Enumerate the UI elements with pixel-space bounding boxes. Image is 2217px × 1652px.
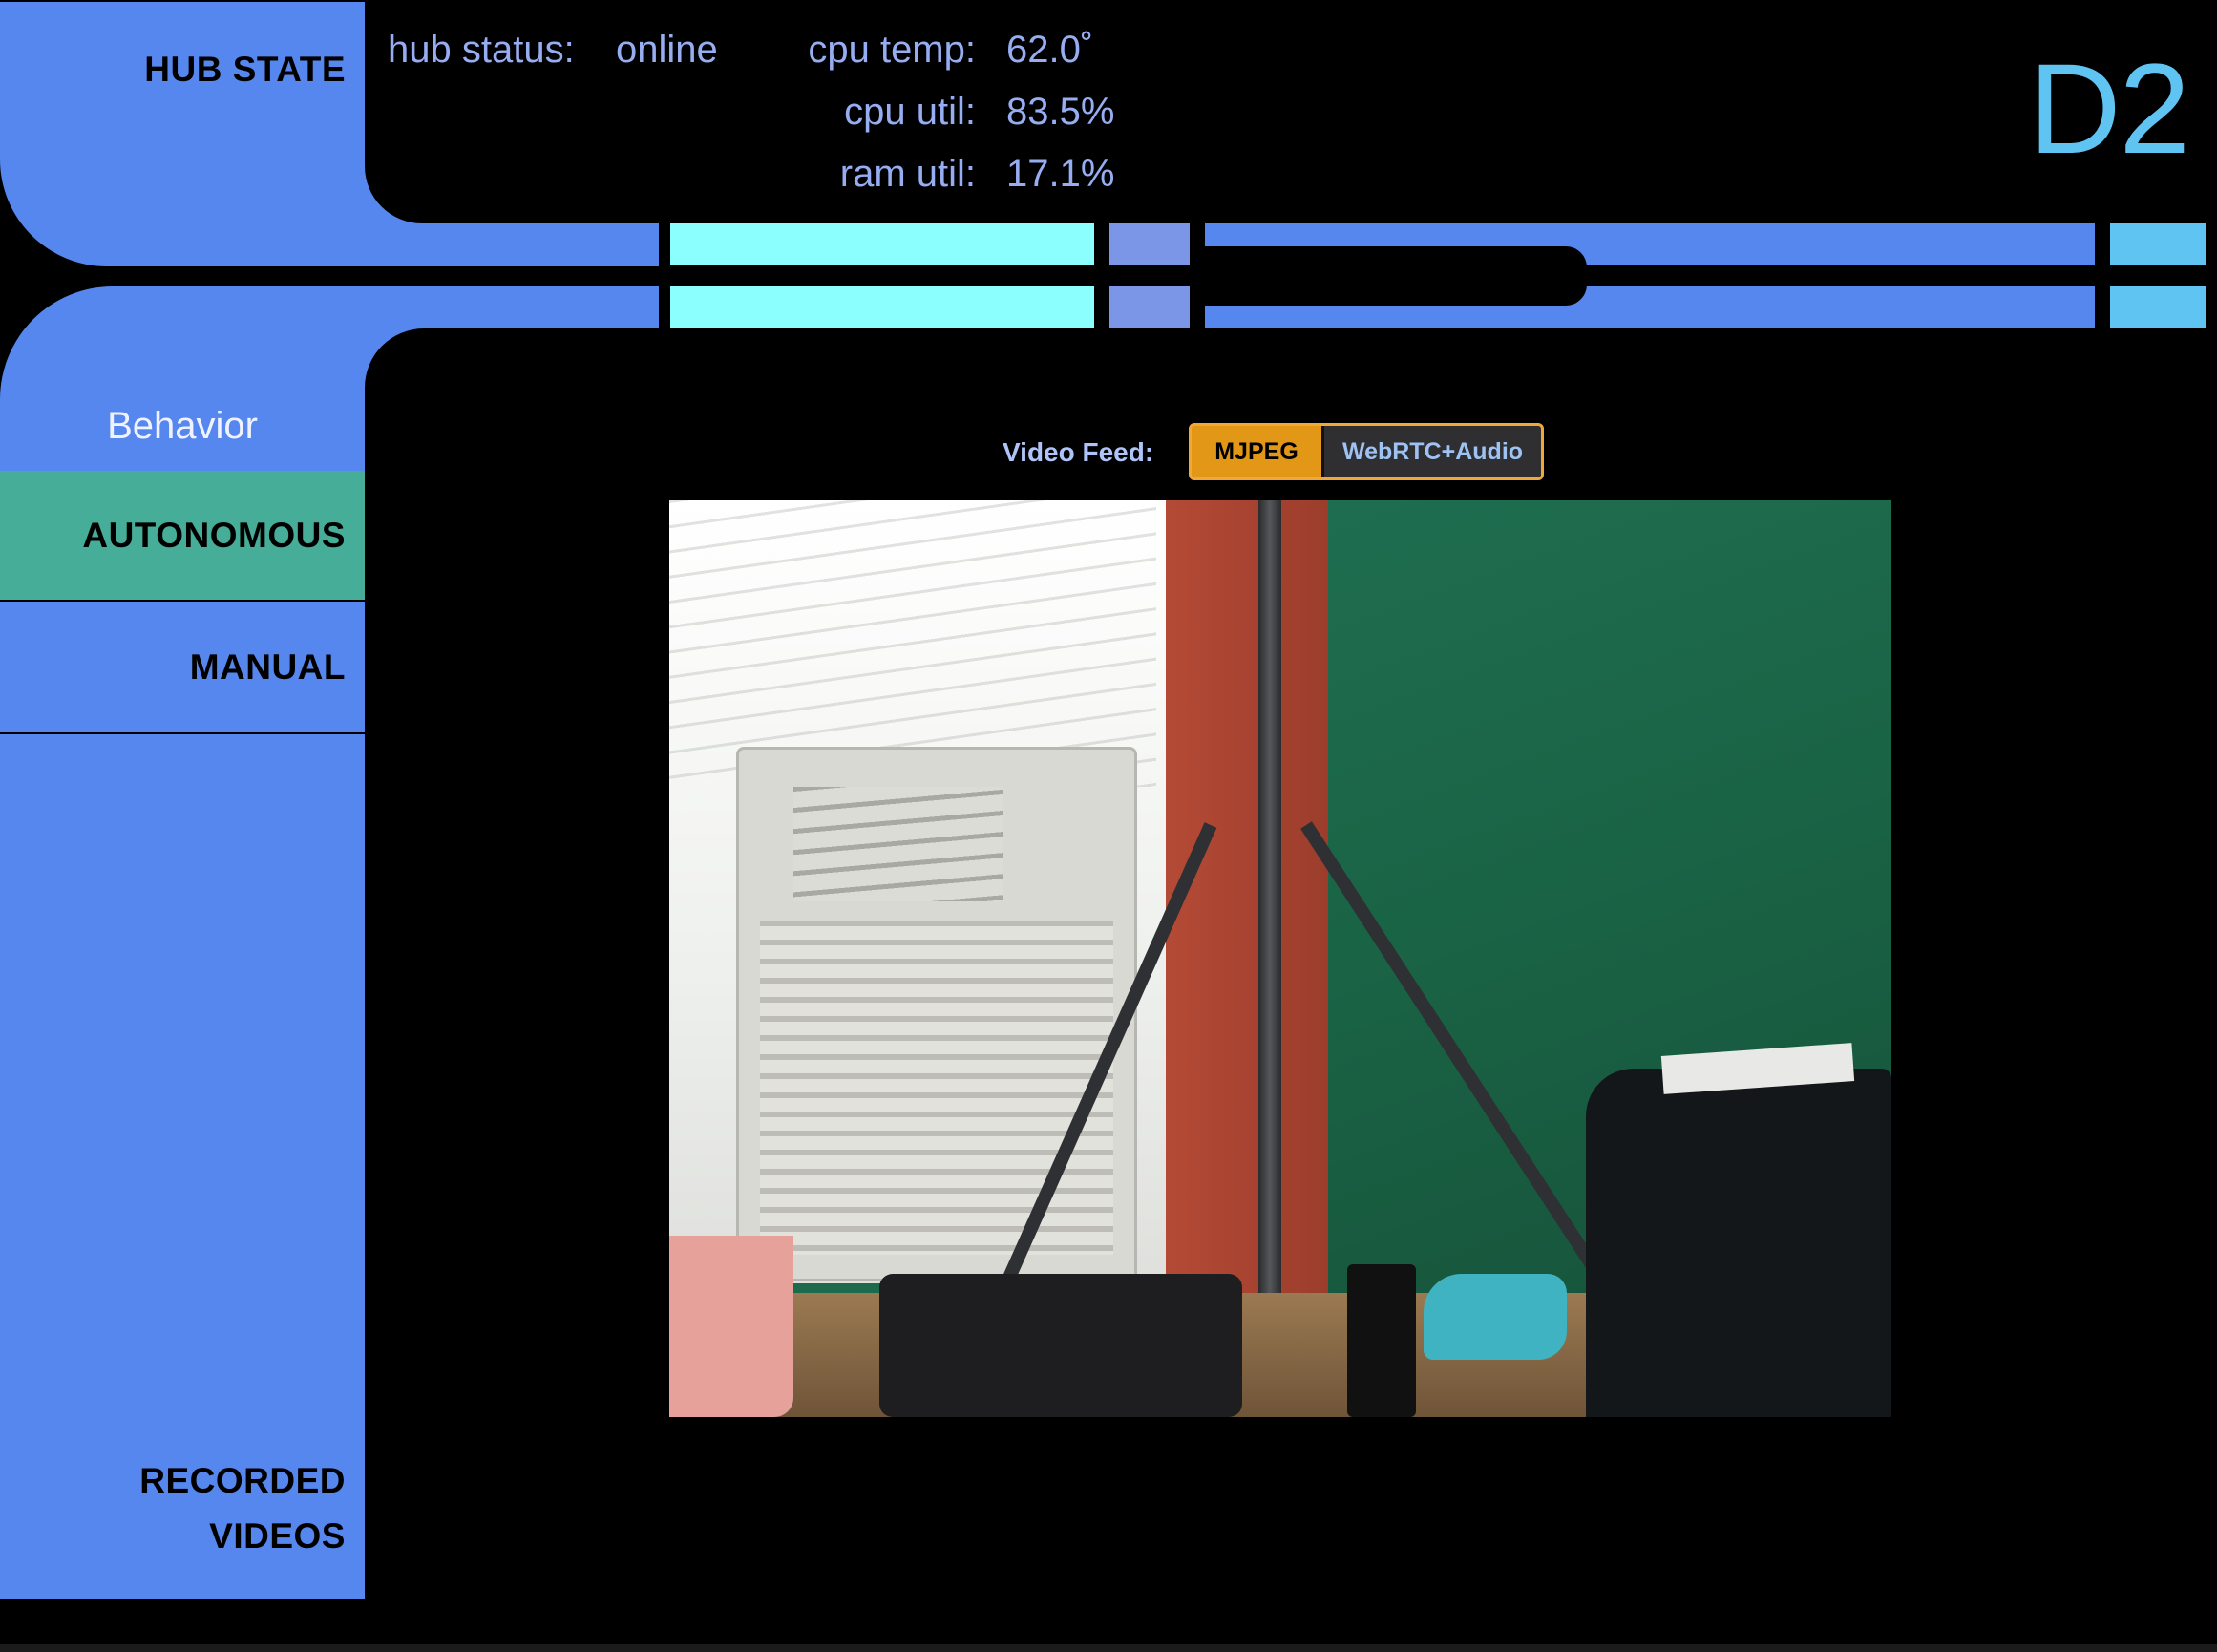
autonomous-button[interactable]: AUTONOMOUS	[0, 471, 365, 600]
behavior-heading: Behavior	[107, 405, 258, 447]
bottom-bar-pale	[1109, 286, 1190, 328]
ram-util-value: 17.1%	[1006, 153, 1115, 195]
feed-cup	[1347, 1264, 1416, 1417]
cpu-temp-label: cpu temp:	[808, 29, 976, 71]
device-name: D2	[2028, 38, 2190, 180]
bottom-bar-cyan	[670, 286, 1094, 328]
video-feed-toggle: MJPEG WebRTC+Audio	[1189, 423, 1544, 480]
hub-state-label: HUB STATE	[144, 50, 346, 89]
bottom-bar-sky	[2110, 286, 2206, 328]
feed-cloth	[1424, 1274, 1567, 1360]
top-bar-pale	[1109, 223, 1190, 265]
feed-electronics-box	[879, 1274, 1242, 1417]
feed-blinds	[669, 500, 1156, 787]
recorded-videos-button[interactable]: RECORDED VIDEOS	[0, 1453, 365, 1564]
feed-ac-grille	[760, 921, 1113, 1255]
hub-status-value: online	[616, 29, 718, 71]
bottom-elbow-cutout	[365, 328, 670, 1608]
sidebar-divider	[0, 732, 365, 734]
video-feed-label: Video Feed:	[1003, 437, 1154, 467]
top-bar-cyan	[670, 223, 1094, 265]
hub-status-label: hub status:	[388, 29, 575, 71]
ram-util-label: ram util:	[839, 153, 976, 195]
feed-bin	[669, 1236, 793, 1417]
manual-button[interactable]: MANUAL	[0, 602, 365, 732]
top-bar-sky	[2110, 223, 2206, 265]
recorded-videos-line1: RECORDED	[139, 1461, 346, 1500]
cpu-util-label: cpu util:	[844, 91, 976, 133]
feed-shirt	[1586, 1069, 1891, 1417]
camera-feed	[669, 500, 1891, 1417]
recorded-videos-line2: VIDEOS	[209, 1516, 346, 1556]
feed-tripod-pole	[1258, 500, 1281, 1341]
bottom-rule	[0, 1644, 2217, 1652]
feed-ac-vent	[793, 787, 1003, 901]
mjpeg-option[interactable]: MJPEG	[1192, 426, 1321, 477]
bar-notch	[1201, 246, 1587, 306]
webrtc-audio-option[interactable]: WebRTC+Audio	[1321, 426, 1541, 477]
cpu-util-value: 83.5%	[1006, 91, 1115, 133]
cpu-temp-value: 62.0˚	[1006, 29, 1094, 71]
